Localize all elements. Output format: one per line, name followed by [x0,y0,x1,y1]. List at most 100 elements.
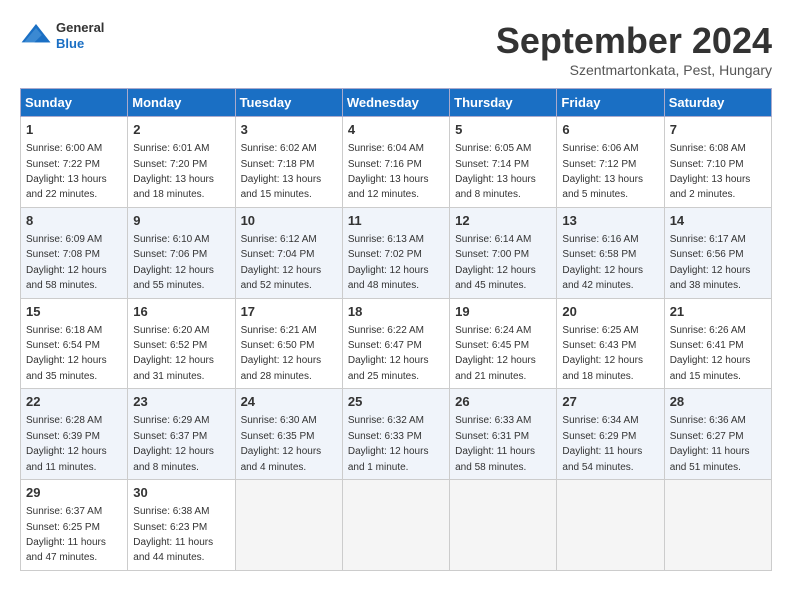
day-number: 30 [133,484,229,502]
calendar-cell [664,480,771,571]
calendar-cell: 5 Sunrise: 6:05 AMSunset: 7:14 PMDayligh… [450,117,557,208]
day-number: 17 [241,303,337,321]
calendar-cell: 23 Sunrise: 6:29 AMSunset: 6:37 PMDaylig… [128,389,235,480]
calendar-cell: 2 Sunrise: 6:01 AMSunset: 7:20 PMDayligh… [128,117,235,208]
day-number: 6 [562,121,658,139]
day-info: Sunrise: 6:25 AMSunset: 6:43 PMDaylight:… [562,325,643,382]
logo-icon [20,20,52,52]
day-header-sunday: Sunday [21,89,128,117]
calendar-cell: 29 Sunrise: 6:37 AMSunset: 6:25 PMDaylig… [21,480,128,571]
calendar-week-row: 22 Sunrise: 6:28 AMSunset: 6:39 PMDaylig… [21,389,772,480]
day-number: 10 [241,212,337,230]
day-number: 11 [348,212,444,230]
day-info: Sunrise: 6:09 AMSunset: 7:08 PMDaylight:… [26,234,107,291]
day-info: Sunrise: 6:28 AMSunset: 6:39 PMDaylight:… [26,415,107,472]
day-number: 20 [562,303,658,321]
day-number: 2 [133,121,229,139]
day-info: Sunrise: 6:26 AMSunset: 6:41 PMDaylight:… [670,325,751,382]
calendar-cell: 26 Sunrise: 6:33 AMSunset: 6:31 PMDaylig… [450,389,557,480]
day-info: Sunrise: 6:18 AMSunset: 6:54 PMDaylight:… [26,325,107,382]
day-info: Sunrise: 6:08 AMSunset: 7:10 PMDaylight:… [670,143,751,200]
day-number: 26 [455,393,551,411]
day-info: Sunrise: 6:34 AMSunset: 6:29 PMDaylight:… [562,415,642,472]
calendar-cell: 12 Sunrise: 6:14 AMSunset: 7:00 PMDaylig… [450,207,557,298]
day-number: 3 [241,121,337,139]
calendar-cell: 19 Sunrise: 6:24 AMSunset: 6:45 PMDaylig… [450,298,557,389]
calendar-cell: 22 Sunrise: 6:28 AMSunset: 6:39 PMDaylig… [21,389,128,480]
day-number: 25 [348,393,444,411]
day-info: Sunrise: 6:05 AMSunset: 7:14 PMDaylight:… [455,143,536,200]
day-info: Sunrise: 6:00 AMSunset: 7:22 PMDaylight:… [26,143,107,200]
page-header: General Blue September 2024 Szentmartonk… [20,20,772,78]
calendar-week-row: 29 Sunrise: 6:37 AMSunset: 6:25 PMDaylig… [21,480,772,571]
calendar-week-row: 1 Sunrise: 6:00 AMSunset: 7:22 PMDayligh… [21,117,772,208]
calendar-cell: 28 Sunrise: 6:36 AMSunset: 6:27 PMDaylig… [664,389,771,480]
calendar-cell: 9 Sunrise: 6:10 AMSunset: 7:06 PMDayligh… [128,207,235,298]
calendar-cell: 30 Sunrise: 6:38 AMSunset: 6:23 PMDaylig… [128,480,235,571]
calendar-header-row: SundayMondayTuesdayWednesdayThursdayFrid… [21,89,772,117]
calendar-cell: 20 Sunrise: 6:25 AMSunset: 6:43 PMDaylig… [557,298,664,389]
calendar-cell: 11 Sunrise: 6:13 AMSunset: 7:02 PMDaylig… [342,207,449,298]
calendar-cell: 18 Sunrise: 6:22 AMSunset: 6:47 PMDaylig… [342,298,449,389]
day-number: 28 [670,393,766,411]
calendar-cell: 6 Sunrise: 6:06 AMSunset: 7:12 PMDayligh… [557,117,664,208]
day-number: 29 [26,484,122,502]
calendar-cell [342,480,449,571]
day-info: Sunrise: 6:04 AMSunset: 7:16 PMDaylight:… [348,143,429,200]
calendar-cell: 21 Sunrise: 6:26 AMSunset: 6:41 PMDaylig… [664,298,771,389]
calendar-cell: 13 Sunrise: 6:16 AMSunset: 6:58 PMDaylig… [557,207,664,298]
title-block: September 2024 Szentmartonkata, Pest, Hu… [496,20,772,78]
calendar-cell: 24 Sunrise: 6:30 AMSunset: 6:35 PMDaylig… [235,389,342,480]
day-info: Sunrise: 6:33 AMSunset: 6:31 PMDaylight:… [455,415,535,472]
day-info: Sunrise: 6:24 AMSunset: 6:45 PMDaylight:… [455,325,536,382]
calendar-cell: 14 Sunrise: 6:17 AMSunset: 6:56 PMDaylig… [664,207,771,298]
day-number: 12 [455,212,551,230]
logo: General Blue [20,20,104,52]
calendar-week-row: 8 Sunrise: 6:09 AMSunset: 7:08 PMDayligh… [21,207,772,298]
calendar-cell: 27 Sunrise: 6:34 AMSunset: 6:29 PMDaylig… [557,389,664,480]
day-header-monday: Monday [128,89,235,117]
day-number: 24 [241,393,337,411]
calendar-cell: 3 Sunrise: 6:02 AMSunset: 7:18 PMDayligh… [235,117,342,208]
calendar-week-row: 15 Sunrise: 6:18 AMSunset: 6:54 PMDaylig… [21,298,772,389]
calendar-cell: 17 Sunrise: 6:21 AMSunset: 6:50 PMDaylig… [235,298,342,389]
day-info: Sunrise: 6:01 AMSunset: 7:20 PMDaylight:… [133,143,214,200]
calendar-cell [450,480,557,571]
day-info: Sunrise: 6:32 AMSunset: 6:33 PMDaylight:… [348,415,429,472]
day-number: 1 [26,121,122,139]
day-info: Sunrise: 6:13 AMSunset: 7:02 PMDaylight:… [348,234,429,291]
calendar-cell: 1 Sunrise: 6:00 AMSunset: 7:22 PMDayligh… [21,117,128,208]
day-info: Sunrise: 6:20 AMSunset: 6:52 PMDaylight:… [133,325,214,382]
day-header-tuesday: Tuesday [235,89,342,117]
month-title: September 2024 [496,20,772,62]
day-number: 19 [455,303,551,321]
day-number: 23 [133,393,229,411]
calendar-cell [235,480,342,571]
logo-text: General Blue [56,20,104,51]
day-header-friday: Friday [557,89,664,117]
day-number: 16 [133,303,229,321]
day-info: Sunrise: 6:12 AMSunset: 7:04 PMDaylight:… [241,234,322,291]
day-info: Sunrise: 6:22 AMSunset: 6:47 PMDaylight:… [348,325,429,382]
calendar-cell: 16 Sunrise: 6:20 AMSunset: 6:52 PMDaylig… [128,298,235,389]
day-number: 13 [562,212,658,230]
day-header-saturday: Saturday [664,89,771,117]
day-info: Sunrise: 6:37 AMSunset: 6:25 PMDaylight:… [26,506,106,563]
day-info: Sunrise: 6:30 AMSunset: 6:35 PMDaylight:… [241,415,322,472]
day-info: Sunrise: 6:17 AMSunset: 6:56 PMDaylight:… [670,234,751,291]
day-header-wednesday: Wednesday [342,89,449,117]
day-number: 4 [348,121,444,139]
day-number: 22 [26,393,122,411]
calendar-cell: 7 Sunrise: 6:08 AMSunset: 7:10 PMDayligh… [664,117,771,208]
day-info: Sunrise: 6:16 AMSunset: 6:58 PMDaylight:… [562,234,643,291]
day-number: 9 [133,212,229,230]
day-header-thursday: Thursday [450,89,557,117]
day-number: 18 [348,303,444,321]
day-number: 7 [670,121,766,139]
calendar-table: SundayMondayTuesdayWednesdayThursdayFrid… [20,88,772,571]
logo-blue: Blue [56,36,104,52]
calendar-cell: 4 Sunrise: 6:04 AMSunset: 7:16 PMDayligh… [342,117,449,208]
day-info: Sunrise: 6:29 AMSunset: 6:37 PMDaylight:… [133,415,214,472]
day-info: Sunrise: 6:38 AMSunset: 6:23 PMDaylight:… [133,506,213,563]
calendar-cell: 8 Sunrise: 6:09 AMSunset: 7:08 PMDayligh… [21,207,128,298]
